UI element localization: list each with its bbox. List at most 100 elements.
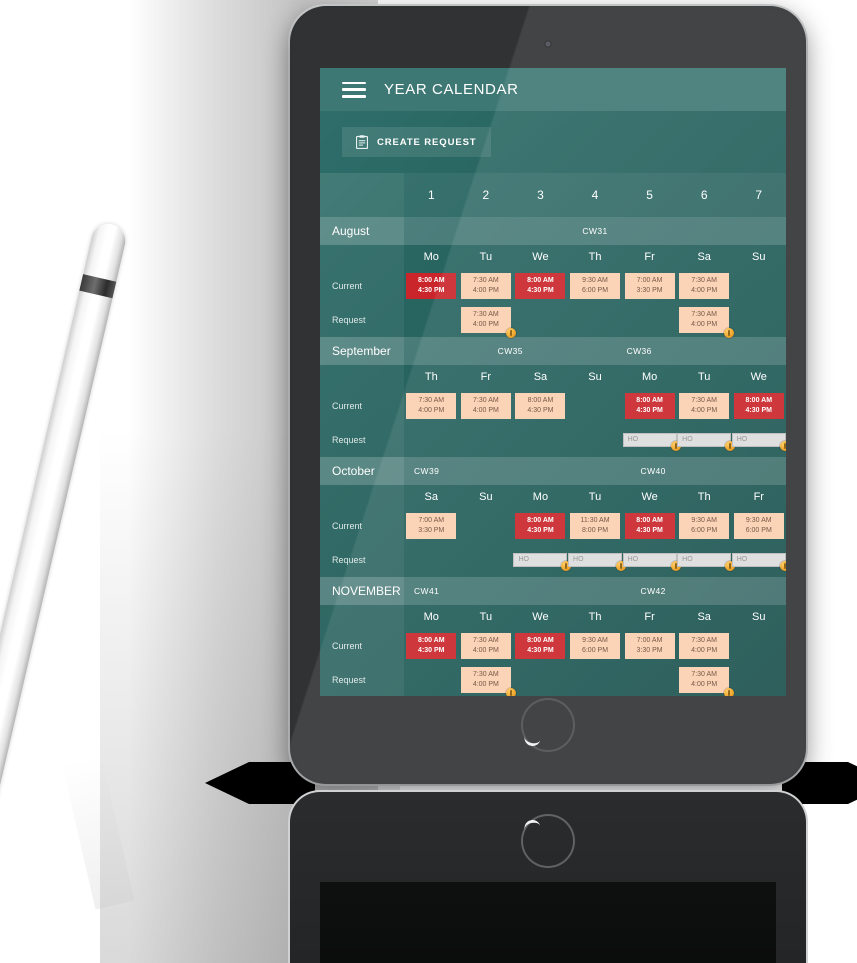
shift-chip[interactable]: 7:30 AM 4:00 PM (679, 307, 735, 338)
shift-chip[interactable]: 7:30 AM 4:00 PM (679, 633, 730, 659)
shift-chip[interactable]: 8:00 AM 4:30 PM (406, 633, 457, 659)
home-office-input[interactable]: HO (513, 553, 572, 571)
calendar-week-CW35[interactable]: CW35 (404, 337, 617, 365)
home-office-input[interactable]: HO (731, 433, 786, 451)
current-cell[interactable]: 8:00 AM 4:30 PM (513, 633, 568, 659)
info-badge-icon[interactable] (505, 328, 516, 338)
current-cell[interactable]: 9:30 AM 6:00 PM (731, 513, 786, 539)
shift-chip[interactable]: 7:30 AM 4:00 PM (460, 393, 511, 419)
day-number-3[interactable]: 3 (513, 173, 568, 217)
calendar-week-CW42[interactable]: CW42 (520, 577, 786, 605)
request-cell[interactable]: HO (731, 553, 786, 571)
info-badge-icon[interactable] (779, 561, 786, 571)
shift-chip[interactable]: 8:00 AM 4:30 PM (515, 393, 566, 419)
info-badge-icon[interactable] (724, 688, 735, 696)
home-office-input[interactable]: HO (622, 553, 681, 571)
request-cell[interactable]: HO (731, 433, 786, 451)
current-cell[interactable]: 7:30 AM 4:00 PM (404, 393, 459, 419)
request-cell[interactable]: 7:30 AM 4:00 PM (677, 307, 735, 338)
shift-chip[interactable]: 8:00 AM 4:30 PM (515, 633, 566, 659)
request-cell[interactable]: 7:30 AM 4:00 PM (677, 667, 735, 696)
day-number-1[interactable]: 1 (404, 173, 459, 217)
calendar-week-CW31[interactable]: CW31 (404, 217, 786, 245)
home-office-input[interactable]: HO (677, 553, 736, 571)
hamburger-menu-icon[interactable] (342, 81, 366, 98)
shift-chip[interactable]: 7:00 AM 3:30 PM (624, 273, 675, 299)
current-cell[interactable]: 9:30 AM 6:00 PM (568, 273, 623, 299)
current-cell[interactable]: 7:30 AM 4:00 PM (677, 273, 732, 299)
current-cell[interactable]: 7:00 AM 3:30 PM (622, 273, 677, 299)
row-label-column: Current Request (320, 365, 404, 457)
shift-chip[interactable]: 8:00 AM 4:30 PM (624, 513, 675, 539)
current-cell[interactable]: 8:00 AM 4:30 PM (404, 273, 459, 299)
shift-chip[interactable]: 9:30 AM 6:00 PM (570, 633, 621, 659)
shift-chip[interactable]: 9:30 AM 6:00 PM (733, 513, 784, 539)
current-cell[interactable]: 11:30 AM 8:00 PM (568, 513, 623, 539)
home-office-input[interactable]: HO (568, 553, 627, 571)
current-cell[interactable]: 7:30 AM 4:00 PM (459, 633, 514, 659)
day-number-4[interactable]: 4 (567, 173, 623, 217)
shift-chip[interactable]: 9:30 AM 6:00 PM (679, 513, 730, 539)
shift-chip[interactable]: 7:30 AM 4:00 PM (460, 273, 511, 299)
current-cell[interactable]: 9:30 AM 6:00 PM (677, 513, 732, 539)
current-cell[interactable]: 8:00 AM 4:30 PM (731, 393, 786, 419)
home-office-input[interactable]: HO (622, 433, 681, 451)
day-number-6[interactable]: 6 (676, 173, 732, 217)
current-cell[interactable]: 8:00 AM 4:30 PM (513, 513, 568, 539)
shift-chip[interactable]: 8:00 AM 4:30 PM (515, 273, 566, 299)
shift-chip[interactable]: 8:00 AM 4:30 PM (624, 393, 675, 419)
home-office-input[interactable]: HO (677, 433, 736, 451)
shift-chip[interactable]: 9:30 AM 6:00 PM (570, 273, 621, 299)
shift-chip[interactable]: 7:30 AM 4:00 PM (679, 273, 730, 299)
shift-start-time: 7:30 AM (691, 277, 718, 284)
request-cell[interactable]: 7:30 AM 4:00 PM (459, 307, 516, 338)
shift-chip[interactable]: 8:00 AM 4:30 PM (515, 513, 566, 539)
shift-chip[interactable]: 8:00 AM 4:30 PM (733, 393, 784, 419)
shift-chip[interactable]: 8:00 AM 4:30 PM (406, 273, 457, 299)
shift-chip[interactable]: 7:30 AM 4:00 PM (460, 307, 516, 338)
request-cell[interactable]: HO (677, 553, 736, 571)
shift-chip[interactable]: 7:30 AM 4:00 PM (460, 667, 516, 696)
calendar-week-CW36[interactable]: CW36 (617, 337, 786, 365)
day-number-5[interactable]: 5 (622, 173, 677, 217)
create-request-button[interactable]: CREATE REQUEST (342, 127, 491, 157)
info-badge-icon[interactable] (779, 441, 786, 451)
home-office-input[interactable]: HO (731, 553, 786, 571)
current-cell[interactable]: 7:30 AM 4:00 PM (459, 393, 514, 419)
request-cell[interactable]: HO (513, 553, 572, 571)
current-cell[interactable]: 8:00 AM 4:30 PM (622, 513, 677, 539)
current-cell[interactable]: 7:30 AM 4:00 PM (459, 273, 514, 299)
shift-chip[interactable]: 11:30 AM 8:00 PM (570, 513, 621, 539)
shift-chip[interactable]: 7:00 AM 3:30 PM (624, 633, 675, 659)
current-cell[interactable]: 7:30 AM 4:00 PM (677, 393, 732, 419)
day-number-2[interactable]: 2 (458, 173, 514, 217)
day-number-7[interactable]: 7 (731, 173, 786, 217)
shift-chip[interactable]: 7:00 AM 3:30 PM (406, 513, 457, 539)
request-cell[interactable]: HO (677, 433, 736, 451)
current-cell[interactable]: 7:00 AM 3:30 PM (404, 513, 459, 539)
request-cell[interactable]: HO (568, 553, 627, 571)
current-cell[interactable]: 7:00 AM 3:30 PM (622, 633, 677, 659)
shift-end-time: 3:30 PM (636, 287, 663, 294)
current-cell[interactable]: 8:00 AM 4:30 PM (513, 273, 568, 299)
info-badge-icon[interactable] (505, 688, 516, 696)
row-label-column: Current Request (320, 245, 404, 337)
request-cell[interactable]: 7:30 AM 4:00 PM (459, 667, 516, 696)
shift-chip[interactable]: 7:30 AM 4:00 PM (679, 393, 730, 419)
current-cell[interactable]: 8:00 AM 4:30 PM (622, 393, 677, 419)
shift-start-time: 7:30 AM (691, 311, 718, 318)
calendar-week-CW40[interactable]: CW40 (520, 457, 786, 485)
shift-chip[interactable]: 7:30 AM 4:00 PM (679, 667, 735, 696)
calendar-week-CW39[interactable]: CW39 (404, 457, 520, 485)
current-cell[interactable]: 8:00 AM 4:30 PM (513, 393, 568, 419)
request-cell[interactable]: HO (622, 433, 681, 451)
request-cell[interactable]: HO (622, 553, 681, 571)
request-shift-row: 7:30 AM 4:00 PM 7:30 AM 4:00 PM (404, 303, 786, 338)
current-cell[interactable]: 8:00 AM 4:30 PM (404, 633, 459, 659)
home-button[interactable] (521, 698, 575, 752)
calendar-week-CW41[interactable]: CW41 (404, 577, 520, 605)
shift-chip[interactable]: 7:30 AM 4:00 PM (460, 633, 511, 659)
shift-chip[interactable]: 7:30 AM 4:00 PM (406, 393, 457, 419)
current-cell[interactable]: 7:30 AM 4:00 PM (677, 633, 732, 659)
current-cell[interactable]: 9:30 AM 6:00 PM (568, 633, 623, 659)
